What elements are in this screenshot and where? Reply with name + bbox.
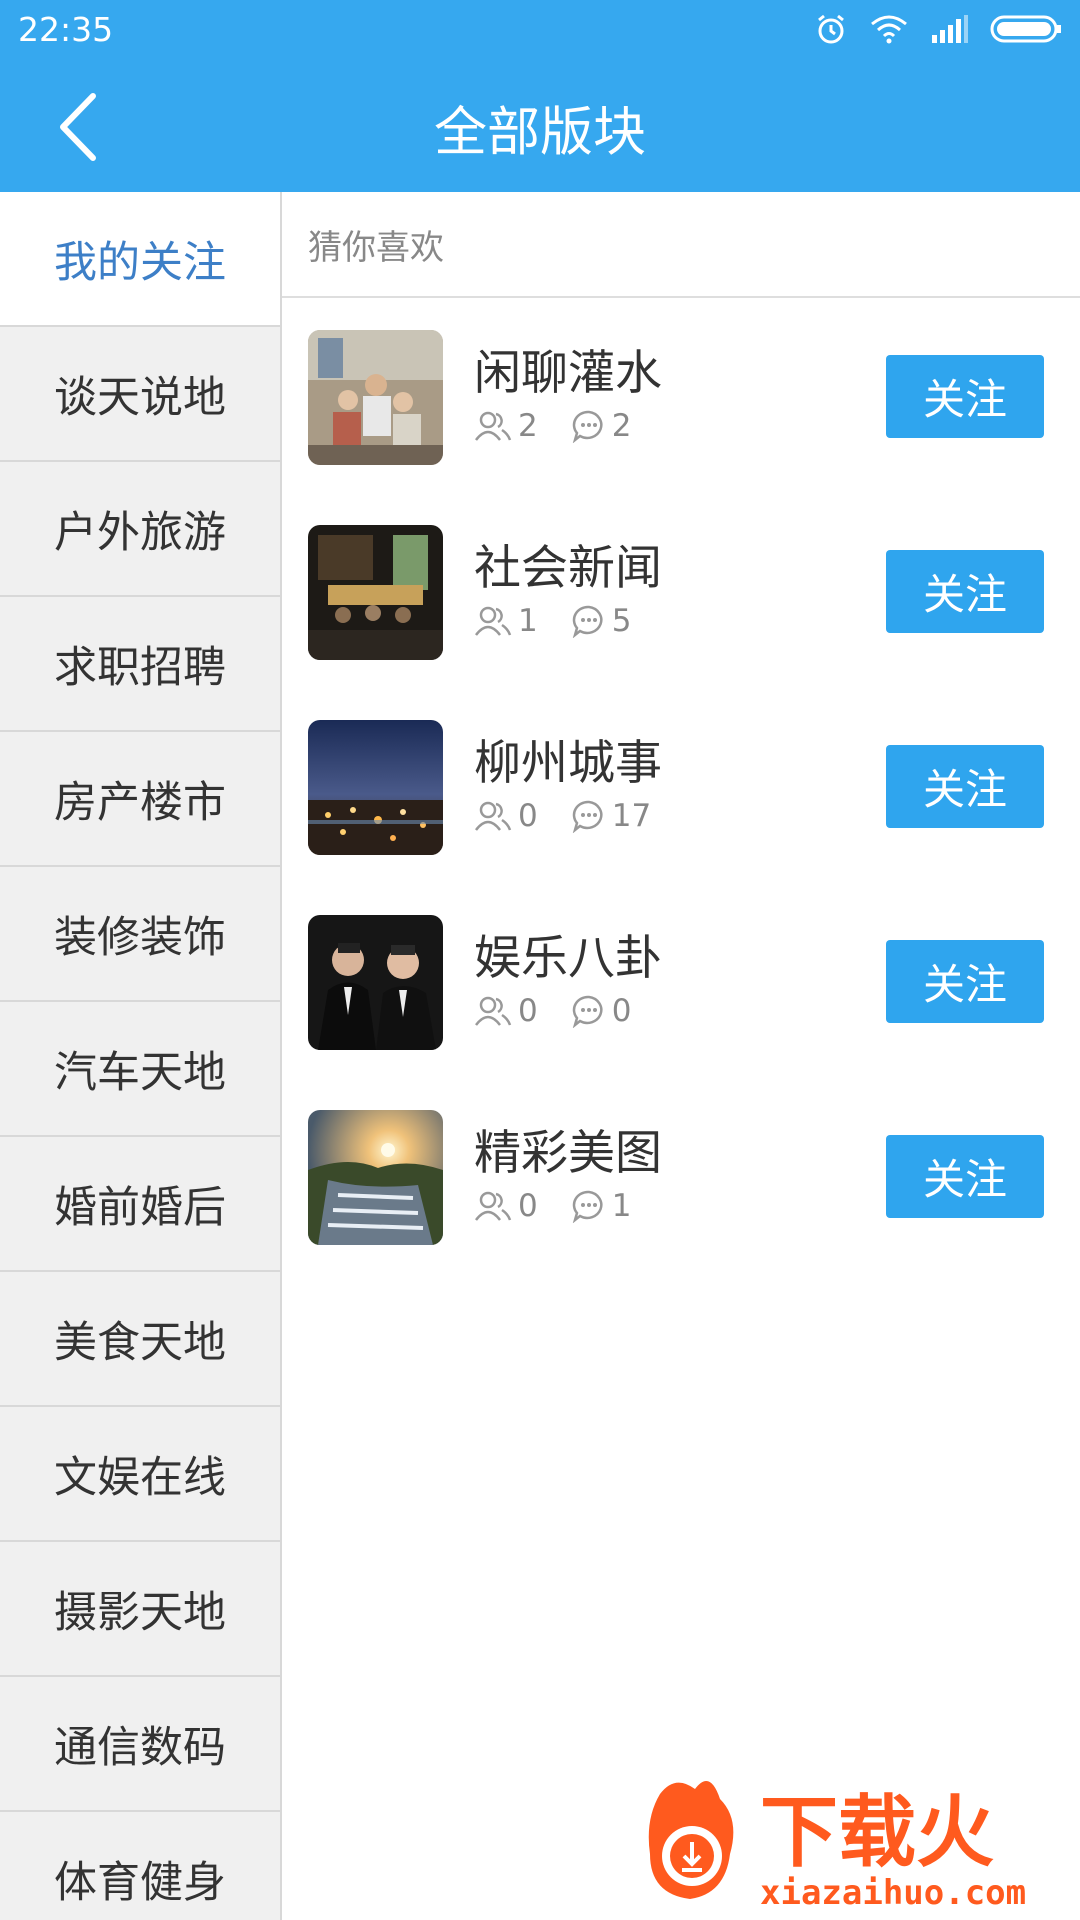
sidebar-item-label: 体育健身: [54, 1857, 226, 1908]
sidebar-item-food[interactable]: 美食天地: [0, 1272, 280, 1407]
follow-button[interactable]: 关注: [886, 745, 1044, 828]
sidebar-item-marriage[interactable]: 婚前婚后: [0, 1137, 280, 1272]
posts-count: 17: [611, 798, 652, 834]
wifi-icon: [871, 15, 907, 44]
forum-thumbnail: [308, 525, 443, 660]
forum-stats: 0 0: [474, 993, 665, 1029]
sidebar-item-sports[interactable]: 体育健身: [0, 1812, 280, 1920]
sidebar-item-label: 婚前婚后: [54, 1182, 226, 1233]
forum-row[interactable]: 精彩美图 0 1 关注: [282, 1078, 1080, 1273]
sidebar-item-jobs[interactable]: 求职招聘: [0, 597, 280, 732]
sidebar-item-digital[interactable]: 通信数码: [0, 1677, 280, 1812]
forum-name: 社会新闻: [474, 541, 662, 596]
forum-stats: 0 17: [474, 798, 685, 834]
users-icon: [475, 996, 512, 1026]
forum-stats: 1 5: [474, 603, 665, 639]
status-bar: 22:35: [0, 0, 1080, 60]
forum-thumbnail: [308, 915, 443, 1050]
forum-thumbnail: [308, 720, 443, 855]
forum-row[interactable]: 社会新闻 1 5 关注: [282, 493, 1080, 688]
sidebar-item-chat[interactable]: 谈天说地: [0, 327, 280, 462]
sidebar-item-label: 文娱在线: [54, 1452, 226, 1503]
sidebar-item-travel[interactable]: 户外旅游: [0, 462, 280, 597]
signal-icon: [932, 15, 968, 43]
comment-icon: [572, 995, 603, 1028]
posts-count: 2: [611, 408, 632, 444]
svg-text:xiazaihuo.com: xiazaihuo.com: [760, 1873, 1026, 1913]
users-icon: [475, 1191, 512, 1221]
sidebar-item-label: 摄影天地: [54, 1587, 226, 1638]
members-count: 2: [518, 408, 538, 444]
posts-stat: 17: [572, 798, 651, 834]
sidebar-item-label: 房产楼市: [54, 777, 226, 828]
forum-row[interactable]: 闲聊灌水 2 2 关注: [282, 298, 1080, 493]
forum-row[interactable]: 柳州城事 0 17 关注: [282, 688, 1080, 883]
members-count: 0: [518, 798, 538, 834]
members-stat: 0: [474, 1188, 538, 1224]
users-icon: [475, 801, 512, 831]
comment-icon: [572, 410, 603, 443]
forum-name: 闲聊灌水: [474, 346, 662, 401]
users-icon: [475, 411, 512, 441]
follow-button[interactable]: 关注: [886, 550, 1044, 633]
follow-button[interactable]: 关注: [886, 940, 1044, 1023]
sidebar-item-realestate[interactable]: 房产楼市: [0, 732, 280, 867]
posts-stat: 5: [572, 603, 632, 639]
comment-icon: [572, 605, 603, 638]
forum-name: 柳州城事: [474, 736, 662, 791]
members-stat: 0: [474, 798, 538, 834]
page-title: 全部版块: [434, 102, 646, 163]
forum-row[interactable]: 娱乐八卦 0 0 关注: [282, 883, 1080, 1078]
sidebar-item-label: 求职招聘: [54, 642, 226, 693]
sidebar-item-my-follows[interactable]: 我的关注: [0, 192, 280, 327]
sidebar-item-decoration[interactable]: 装修装饰: [0, 867, 280, 1002]
follow-button[interactable]: 关注: [886, 1135, 1044, 1218]
sidebar-item-label: 汽车天地: [54, 1047, 226, 1098]
status-icons: [814, 12, 1062, 46]
svg-text:下载火: 下载火: [760, 1788, 994, 1878]
users-icon: [475, 606, 512, 636]
sidebar-item-label: 装修装饰: [54, 912, 226, 963]
sidebar-item-label: 谈天说地: [54, 372, 226, 423]
posts-count: 0: [611, 993, 632, 1029]
alarm-icon: [818, 14, 844, 44]
posts-count: 1: [611, 1188, 632, 1224]
sidebar-item-entertainment[interactable]: 文娱在线: [0, 1407, 280, 1542]
status-time: 22:35: [18, 10, 114, 49]
sidebar-item-cars[interactable]: 汽车天地: [0, 1002, 280, 1137]
posts-stat: 1: [572, 1188, 632, 1224]
members-count: 0: [518, 1188, 538, 1224]
sidebar-item-label: 户外旅游: [54, 507, 226, 558]
forum-stats: 0 1: [474, 1188, 665, 1224]
battery-icon: [990, 15, 1061, 43]
members-count: 0: [518, 993, 538, 1029]
forum-thumbnail: [308, 1110, 443, 1245]
comment-icon: [572, 800, 603, 833]
sidebar-item-photography[interactable]: 摄影天地: [0, 1542, 280, 1677]
category-sidebar: 我的关注 谈天说地 户外旅游 求职招聘 房产楼市 装修装饰 汽车天地 婚前婚后 …: [0, 192, 282, 1920]
forum-name: 精彩美图: [474, 1126, 662, 1181]
forum-list-panel: 猜你喜欢 闲聊灌水 2 2 关注 社会新闻 1 5 关注 柳州城事 0 17 关…: [282, 192, 1080, 1920]
section-title: 猜你喜欢: [282, 192, 1080, 298]
members-stat: 0: [474, 993, 538, 1029]
posts-stat: 0: [572, 993, 632, 1029]
follow-button[interactable]: 关注: [886, 355, 1044, 438]
forum-stats: 2 2: [474, 408, 665, 444]
members-stat: 1: [474, 603, 538, 639]
sidebar-item-label: 通信数码: [54, 1722, 226, 1773]
sidebar-item-label: 我的关注: [54, 237, 226, 288]
forum-name: 娱乐八卦: [474, 931, 662, 986]
sidebar-item-label: 美食天地: [54, 1317, 226, 1368]
members-stat: 2: [474, 408, 538, 444]
forum-thumbnail: [308, 330, 443, 465]
app-bar: 全部版块: [0, 60, 1080, 192]
members-count: 1: [518, 603, 538, 639]
posts-count: 5: [611, 603, 632, 639]
watermark-logo: 下载火 xiazaihuo.com: [648, 1781, 1026, 1913]
comment-icon: [572, 1190, 603, 1223]
posts-stat: 2: [572, 408, 632, 444]
